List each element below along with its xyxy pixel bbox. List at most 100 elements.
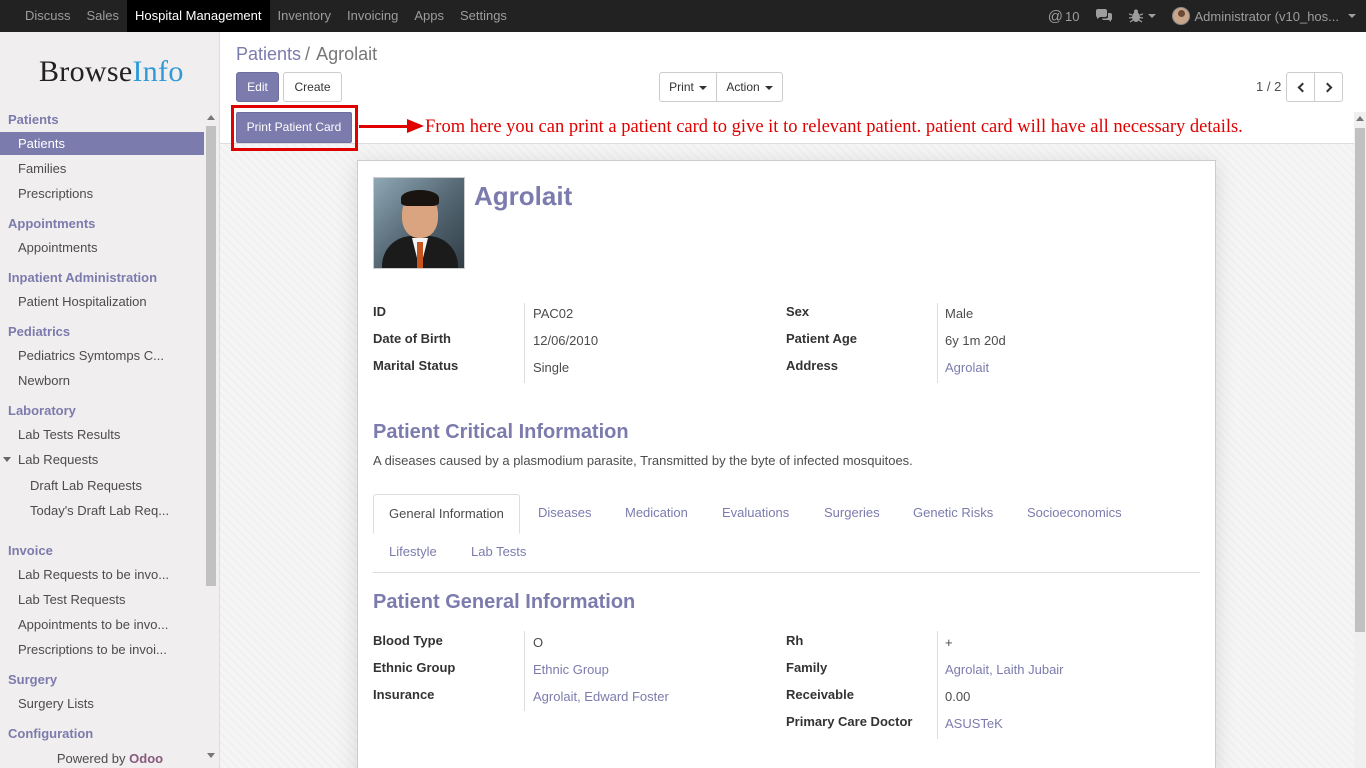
sidebar-item-lab-requests-to-invoice[interactable]: Lab Requests to be invo... [0, 563, 204, 586]
pager-previous-button[interactable] [1286, 72, 1315, 102]
field-label-id: ID [373, 304, 386, 319]
sidebar-item-lab-tests-results[interactable]: Lab Tests Results [0, 423, 204, 446]
odoo-link[interactable]: Odoo [129, 751, 163, 766]
edit-button[interactable]: Edit [236, 72, 279, 102]
sidebar-item-newborn[interactable]: Newborn [0, 369, 204, 392]
sidebar-item-surgery-lists[interactable]: Surgery Lists [0, 692, 204, 715]
tab-general-information[interactable]: General Information [373, 494, 520, 534]
sidebar-item-todays-draft-lab-requests[interactable]: Today's Draft Lab Req... [0, 499, 204, 522]
field-label-address: Address [786, 358, 839, 373]
pager-value[interactable]: 1 / 2 [1256, 79, 1281, 94]
field-value-blood-type: O [533, 635, 544, 650]
company-logo[interactable]: BrowseInfo [39, 55, 184, 89]
sidebar-item-patient-hospitalization[interactable]: Patient Hospitalization [0, 290, 204, 313]
field-label-patient-age: Patient Age [786, 331, 858, 346]
messaging-button[interactable] [1087, 0, 1121, 32]
mentions-button[interactable]: @ 10 [1040, 0, 1088, 32]
breadcrumb: Patients / Agrolait [236, 44, 377, 65]
field-value-family-link[interactable]: Agrolait, Laith Jubair [945, 662, 1064, 677]
pager-next-button[interactable] [1314, 72, 1343, 102]
scrollbar-thumb[interactable] [206, 126, 216, 586]
main-scrollbar[interactable] [1354, 112, 1366, 768]
annotation-text: From here you can print a patient card t… [425, 117, 1243, 137]
field-value-sex: Male [945, 306, 974, 321]
sidebar-item-draft-lab-requests[interactable]: Draft Lab Requests [0, 474, 204, 497]
menu-sales[interactable]: Sales [79, 0, 128, 32]
critical-info-text: A diseases caused by a plasmodium parasi… [373, 453, 913, 468]
sidebar-section-patients[interactable]: Patients [8, 112, 59, 127]
patient-photo[interactable] [373, 177, 465, 269]
field-label-insurance: Insurance [373, 687, 435, 702]
field-label-ethnic-group: Ethnic Group [373, 660, 456, 675]
critical-info-title: Patient Critical Information [373, 421, 629, 443]
sidebar-section-configuration[interactable]: Configuration [8, 726, 93, 741]
sidebar-section-appointments[interactable]: Appointments [8, 216, 95, 231]
field-value-ethnic-group-link[interactable]: Ethnic Group [533, 662, 609, 677]
breadcrumb-current: Agrolait [316, 44, 378, 64]
debug-menu-button[interactable] [1121, 0, 1164, 32]
annotation-highlight-box [231, 105, 358, 151]
sidebar-scrollbar[interactable] [205, 112, 217, 762]
menu-apps[interactable]: Apps [406, 0, 452, 32]
caret-down-icon [3, 457, 11, 462]
tab-diseases[interactable]: Diseases [523, 494, 606, 534]
tab-evaluations[interactable]: Evaluations [707, 494, 804, 534]
chevron-down-icon [1148, 14, 1157, 18]
create-button[interactable]: Create [283, 72, 342, 102]
sidebar-item-prescriptions-to-invoice[interactable]: Prescriptions to be invoi... [0, 638, 204, 661]
sidebar-item-appointments[interactable]: Appointments [0, 236, 204, 259]
logo-text-info: Info [132, 55, 184, 88]
scroll-up-icon[interactable] [207, 115, 215, 120]
scrollbar-thumb[interactable] [1355, 128, 1365, 632]
sidebar-item-prescriptions[interactable]: Prescriptions [0, 182, 204, 205]
powered-by-label: Powered by [56, 751, 126, 766]
menu-hospital-management[interactable]: Hospital Management [127, 0, 270, 32]
menu-settings[interactable]: Settings [452, 0, 515, 32]
breadcrumb-patients[interactable]: Patients [236, 44, 301, 64]
field-value-insurance-link[interactable]: Agrolait, Edward Foster [533, 689, 669, 704]
tab-surgeries[interactable]: Surgeries [809, 494, 895, 534]
sidebar-item-families[interactable]: Families [0, 157, 204, 180]
field-value-primary-care-doctor-link[interactable]: ASUSTeK [945, 716, 1003, 731]
field-value-address-link[interactable]: Agrolait [945, 360, 989, 375]
bug-icon [1129, 9, 1144, 23]
field-value-dob: 12/06/2010 [533, 333, 599, 348]
sidebar-section-laboratory[interactable]: Laboratory [8, 403, 76, 418]
photo-tie [417, 242, 423, 268]
main-menu: Discuss Sales Hospital Management Invent… [17, 0, 515, 32]
sidebar-item-label: Lab Requests [18, 452, 99, 467]
tab-lifestyle[interactable]: Lifestyle [374, 533, 452, 573]
action-dropdown-button[interactable]: Action [716, 72, 783, 102]
chevron-down-icon [764, 85, 773, 90]
print-label: Print [669, 80, 694, 94]
menu-inventory[interactable]: Inventory [270, 0, 339, 32]
field-divider [524, 631, 525, 711]
user-menu-button[interactable]: Administrator (v10_hos... [1164, 0, 1366, 32]
print-dropdown-button[interactable]: Print [659, 72, 717, 102]
tab-lab-tests[interactable]: Lab Tests [456, 533, 541, 573]
chevron-left-icon [1297, 82, 1307, 92]
menu-discuss[interactable]: Discuss [17, 0, 79, 32]
field-label-rh: Rh [786, 633, 804, 648]
field-label-primary-care-doctor: Primary Care Doctor [786, 714, 913, 729]
sidebar-section-inpatient[interactable]: Inpatient Administration [8, 270, 157, 285]
scroll-up-icon[interactable] [1356, 116, 1364, 121]
field-value-rh: + [945, 635, 953, 650]
menu-invoicing[interactable]: Invoicing [339, 0, 406, 32]
field-label-blood-type: Blood Type [373, 633, 443, 648]
sidebar-section-pediatrics[interactable]: Pediatrics [8, 324, 70, 339]
tab-genetic-risks[interactable]: Genetic Risks [898, 494, 1008, 534]
sidebar-item-patients[interactable]: Patients [0, 132, 204, 155]
sidebar-item-lab-requests[interactable]: Lab Requests [0, 448, 204, 471]
sidebar-section-invoice[interactable]: Invoice [8, 543, 53, 558]
field-label-receivable: Receivable [786, 687, 854, 702]
chevron-right-icon [1322, 82, 1332, 92]
tab-socioeconomics[interactable]: Socioeconomics [1012, 494, 1137, 534]
sidebar-section-surgery[interactable]: Surgery [8, 672, 57, 687]
action-label: Action [726, 80, 760, 94]
tab-medication[interactable]: Medication [610, 494, 703, 534]
breadcrumb-separator: / [305, 44, 311, 64]
sidebar-item-pediatrics-symptoms[interactable]: Pediatrics Symtomps C... [0, 344, 204, 367]
sidebar-item-lab-test-requests[interactable]: Lab Test Requests [0, 588, 204, 611]
sidebar-item-appointments-to-invoice[interactable]: Appointments to be invo... [0, 613, 204, 636]
